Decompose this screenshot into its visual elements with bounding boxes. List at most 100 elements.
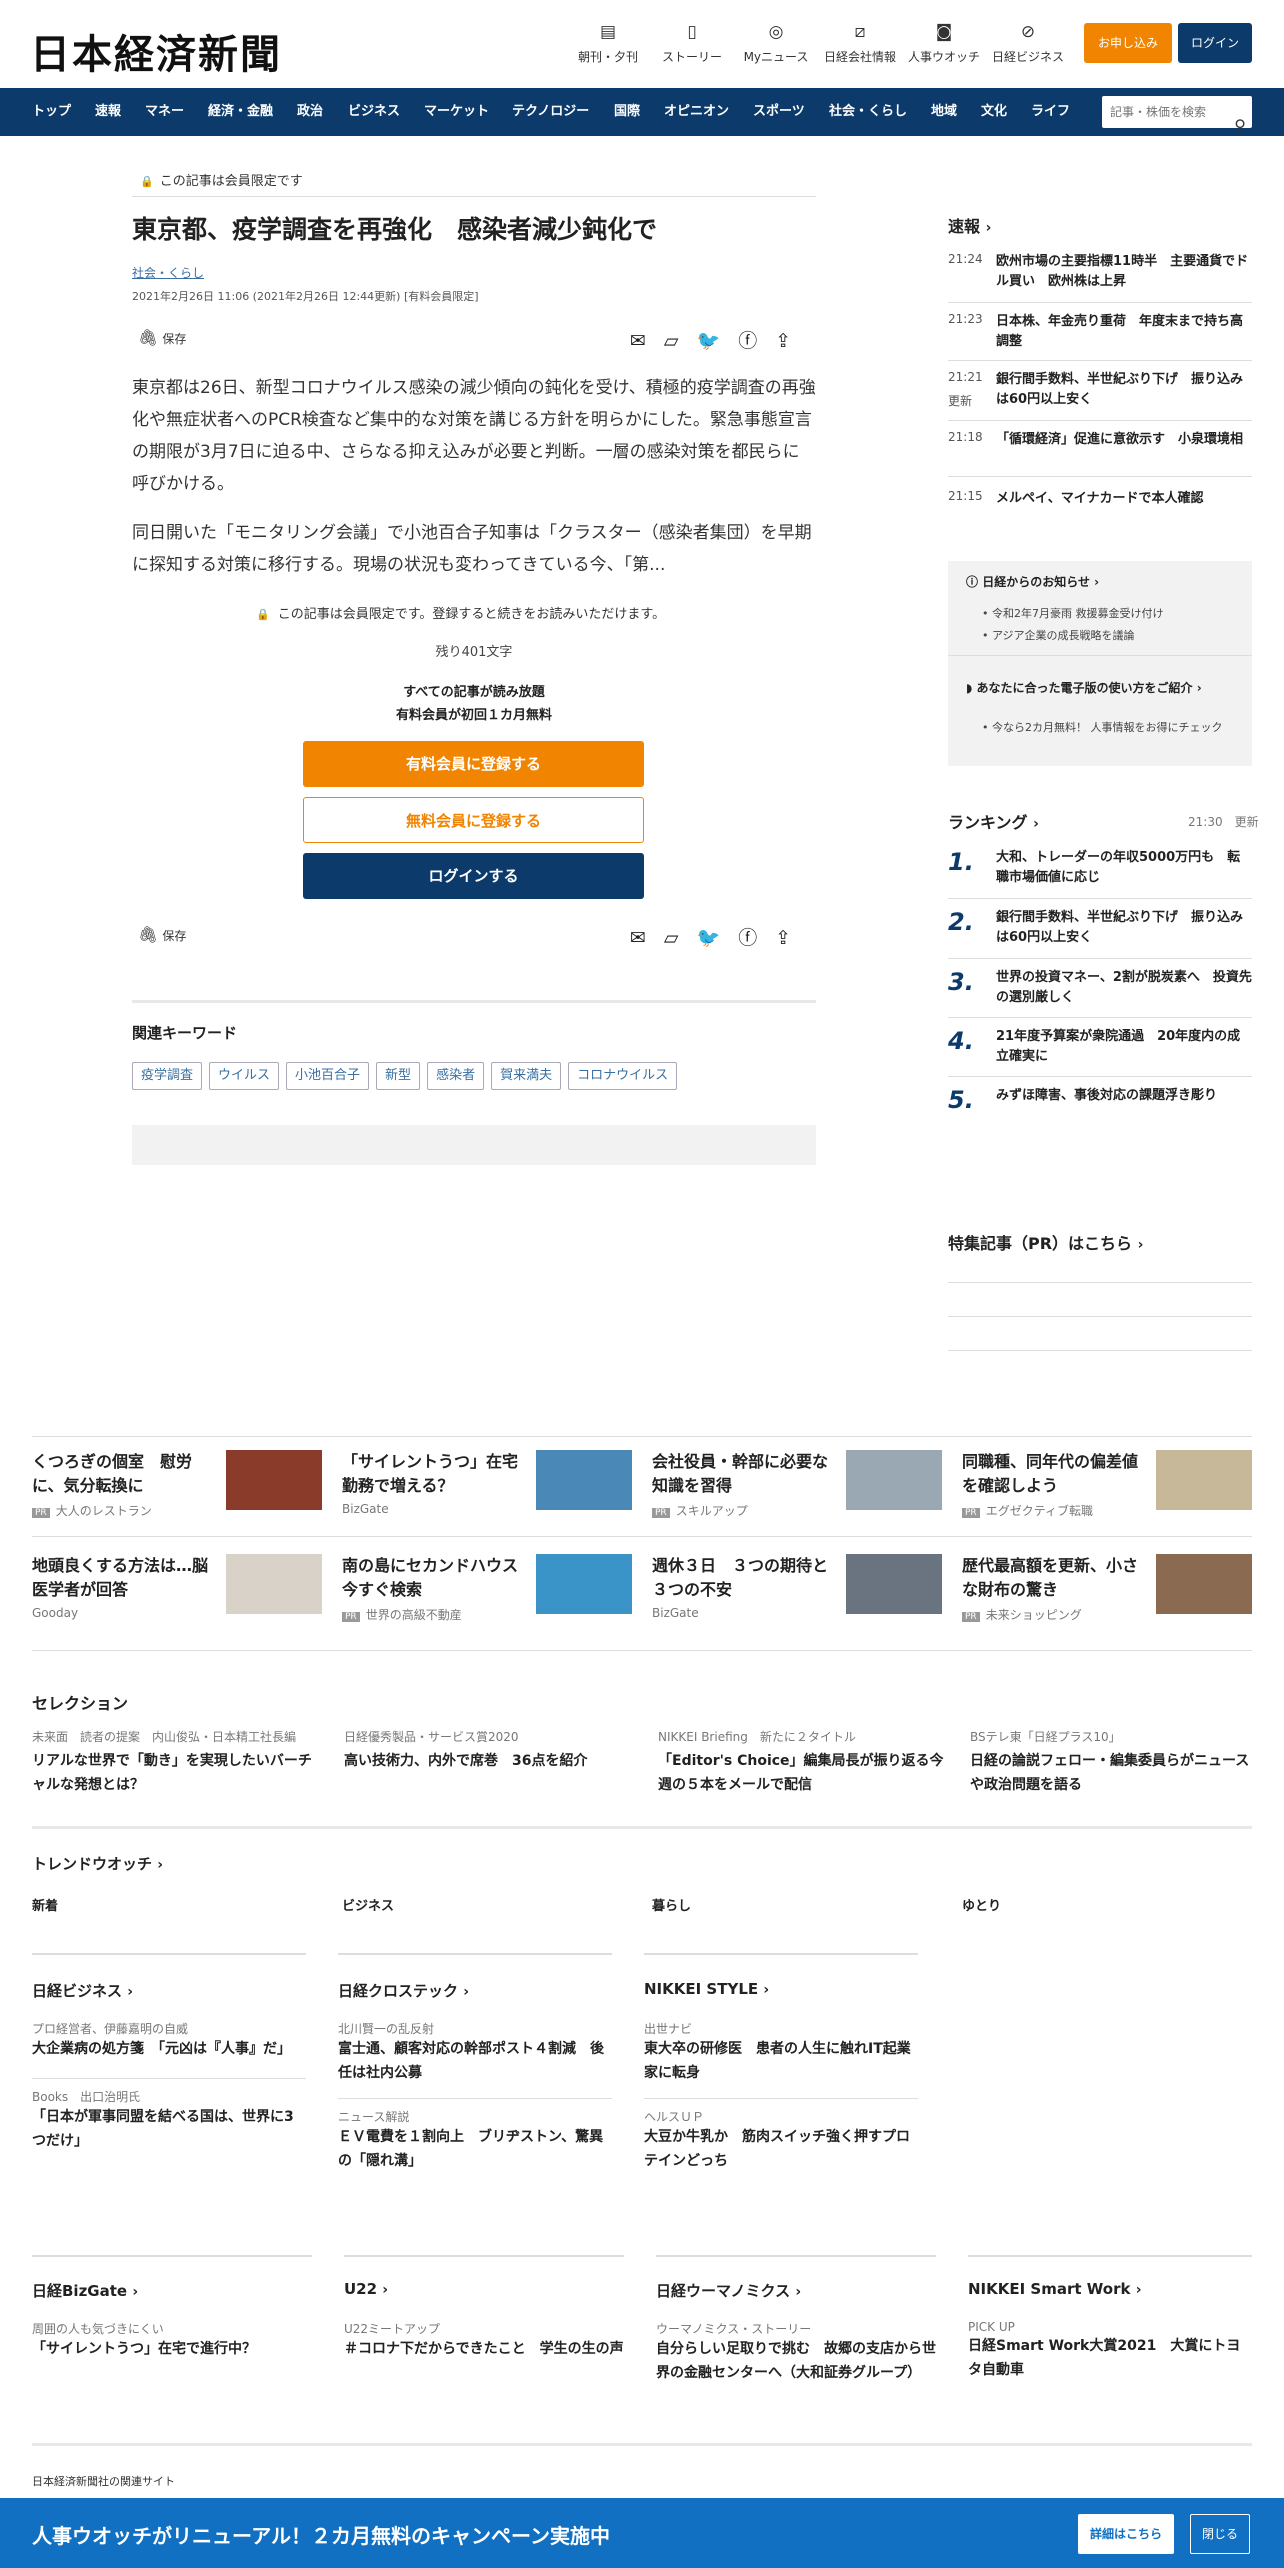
- media-item[interactable]: ヘルスＵＰ 大豆か牛乳か 筋肉スイッチ強く押すプロテインどっち: [644, 2108, 918, 2173]
- ad-headline: 「サイレントうつ」在宅勤務で増える？: [342, 1452, 519, 1495]
- nav-item-culture[interactable]: 文化: [981, 88, 1007, 136]
- header-link-company-info[interactable]: ⧄ 日経会社情報: [821, 22, 899, 65]
- facebook-icon[interactable]: ⓕ: [738, 330, 757, 352]
- ad-card[interactable]: 同職種、同年代の偏差値を確認しよう PR エグゼクティブ転職: [962, 1450, 1252, 1519]
- media-item[interactable]: 北川賢一の乱反射 富士通、顧客対応の幹部ポスト４割減 後任は社内公募: [338, 2020, 612, 2085]
- nav-item-economy[interactable]: 経済・金融: [208, 88, 273, 136]
- search-icon[interactable]: ⚲: [1234, 102, 1246, 150]
- twitter-icon[interactable]: 🐦: [697, 927, 721, 949]
- nikkei-logo[interactable]: 日本経済新聞: [30, 22, 282, 80]
- keyword-tag[interactable]: 賀来満夫: [491, 1062, 562, 1090]
- keyword-tag[interactable]: 新型: [376, 1062, 421, 1090]
- trend-watch-header[interactable]: トレンドウオッチ ›: [32, 1853, 163, 1874]
- chevron-right-icon: ›: [1196, 681, 1202, 695]
- header-link-nikkei-business[interactable]: ⊘ 日経ビジネス: [989, 22, 1067, 65]
- media-item[interactable]: プロ経営者、伊藤嘉明の自威 大企業病の処方箋 「元凶は『人事』だ」: [32, 2020, 306, 2061]
- nav-item-opinion[interactable]: オピニオン: [664, 88, 729, 136]
- keyword-tag[interactable]: ウイルス: [209, 1062, 280, 1090]
- bookmark-icon[interactable]: ▱: [664, 927, 679, 949]
- trend-tab-business[interactable]: ビジネス: [342, 1895, 394, 1914]
- nav-item-region[interactable]: 地域: [931, 88, 957, 136]
- media-header-u22[interactable]: U22 ›: [344, 2280, 388, 2298]
- ad-card[interactable]: 歴代最高額を更新、小さな財布の驚き PR 未来ショッピング: [962, 1554, 1252, 1623]
- guide-item[interactable]: • 今なら2カ月無料！ 人事情報をお得にチェック: [982, 719, 1242, 737]
- selection-item[interactable]: 未来面 読者の提案 内山俊弘・日本精工社長編 リアルな世界で「動き」を実現したいバ…: [32, 1728, 322, 1797]
- mail-icon[interactable]: ✉: [630, 927, 646, 949]
- media-header-bizgate[interactable]: 日経BizGate ›: [32, 2280, 138, 2301]
- media-item[interactable]: ニュース解説 ＥＶ電費を１割向上 ブリヂストン、驚異の「隠れ溝」: [338, 2108, 612, 2173]
- notice-item[interactable]: • 令和2年7月豪雨 救援募金受け付け: [982, 605, 1164, 621]
- media-header-xtech[interactable]: 日経クロステック ›: [338, 1980, 469, 2001]
- header-link-morning-evening[interactable]: ▤ 朝刊・夕刊: [569, 22, 647, 65]
- login-article-button[interactable]: ログインする: [303, 853, 644, 899]
- selection-item[interactable]: 日経優秀製品・サービス賞2020 高い技術力、内外で席巻 36点を紹介: [344, 1728, 634, 1773]
- twitter-icon[interactable]: 🐦: [697, 330, 721, 352]
- campaign-banner: 人事ウオッチがリニューアル！２カ月無料のキャンペーン実施中 詳細はこちら 閉じる: [0, 2498, 1284, 2568]
- mail-icon[interactable]: ✉: [630, 330, 646, 352]
- media-item[interactable]: 周囲の人も気づきにくい 「サイレントうつ」在宅で進行中？: [32, 2320, 312, 2361]
- keyword-tag[interactable]: 疫学調査: [132, 1062, 203, 1090]
- guide-header[interactable]: ◗ あなたに合った電子版の使い方をご紹介 ›: [966, 679, 1202, 696]
- apply-button[interactable]: お申し込み: [1084, 23, 1172, 63]
- header-link-personnel-watch[interactable]: ◙ 人事ウオッチ: [905, 22, 983, 65]
- keyword-tag[interactable]: コロナウイルス: [568, 1062, 678, 1090]
- ad-card[interactable]: 地頭良くする方法は…脳医学者が回答 Gooday: [32, 1554, 322, 1620]
- media-headline: 自分らしい足取りで挑む 故郷の支店から世界の金融センターへ（大和証券グループ）: [656, 2341, 936, 2381]
- media-item[interactable]: Books 出口治明氏 「日本が軍事同盟を結べる国は、世界に3つだけ」: [32, 2088, 306, 2153]
- media-item[interactable]: U22ミートアップ ＃コロナ下だからできたこと 学生の生の声: [344, 2320, 634, 2361]
- ranking-header[interactable]: ランキング ›: [948, 809, 1039, 833]
- keyword-tag[interactable]: 小池百合子: [286, 1062, 370, 1090]
- media-header-smart-work[interactable]: NIKKEI Smart Work ›: [968, 2280, 1141, 2298]
- selection-item[interactable]: NIKKEI Briefing 新たに２タイトル 「Editor's Choice…: [658, 1728, 948, 1797]
- nav-item-breaking[interactable]: 速報: [95, 88, 121, 136]
- ad-card[interactable]: 会社役員・幹部に必要な知識を習得 PR スキルアップ: [652, 1450, 942, 1519]
- login-button[interactable]: ログイン: [1178, 23, 1252, 63]
- search-input[interactable]: [1102, 96, 1220, 128]
- media-item[interactable]: 出世ナビ 東大卒の研修医 患者の人生に触れIT起業家に転身: [644, 2020, 918, 2085]
- ranking-headline: 大和、トレーダーの年収5000万円も 転職市場価値に応じ: [996, 850, 1241, 885]
- paid-register-button[interactable]: 有料会員に登録する: [303, 741, 644, 787]
- trend-tab-new[interactable]: 新着: [32, 1895, 58, 1914]
- bookmark-icon[interactable]: ▱: [664, 330, 679, 352]
- campaign-details-button[interactable]: 詳細はこちら: [1078, 2514, 1174, 2554]
- media-header-nikkei-style[interactable]: NIKKEI STYLE ›: [644, 1980, 769, 1998]
- campaign-close-button[interactable]: 閉じる: [1190, 2514, 1250, 2554]
- media-item[interactable]: PICK UP 日経Smart Work大賞2021 大賞にトヨタ自動車: [968, 2320, 1252, 2382]
- nav-item-money[interactable]: マネー: [145, 88, 184, 136]
- ad-card[interactable]: 「サイレントうつ」在宅勤務で増える？ BizGate: [342, 1450, 632, 1516]
- ad-card[interactable]: 週休３日 ３つの期待と３つの不安 BizGate: [652, 1554, 942, 1620]
- nav-item-life[interactable]: ライフ: [1031, 88, 1070, 136]
- special-pr-header[interactable]: 特集記事（PR）はこちら ›: [948, 1230, 1143, 1254]
- nav-item-market[interactable]: マーケット: [424, 88, 489, 136]
- ranking-title: ランキング: [948, 813, 1028, 832]
- keyword-tag[interactable]: 感染者: [427, 1062, 485, 1090]
- breaking-news-header[interactable]: 速報 ›: [948, 213, 991, 237]
- nav-item-business[interactable]: ビジネス: [348, 88, 400, 136]
- share-icon[interactable]: ⇪: [775, 330, 791, 352]
- media-item[interactable]: ウーマノミクス・ストーリー 自分らしい足取りで挑む 故郷の支店から世界の金融センタ…: [656, 2320, 946, 2385]
- nav-item-society[interactable]: 社会・くらし: [829, 88, 907, 136]
- trend-tab-leisure[interactable]: ゆとり: [962, 1895, 1001, 1914]
- notice-header[interactable]: ⓘ 日経からのお知らせ ›: [966, 573, 1099, 590]
- facebook-icon[interactable]: ⓕ: [738, 927, 757, 949]
- header-link-story[interactable]: ▯ ストーリー: [653, 22, 731, 65]
- nav-item-technology[interactable]: テクノロジー: [512, 88, 589, 136]
- nav-item-sports[interactable]: スポーツ: [753, 88, 805, 136]
- share-icon[interactable]: ⇪: [775, 927, 791, 949]
- selection-item[interactable]: BSテレ東「日経プラス10」 日経の論説フェロー・編集委員らがニュースや政治問題を…: [970, 1728, 1254, 1797]
- free-register-button[interactable]: 無料会員に登録する: [303, 797, 644, 843]
- header-link-my-news[interactable]: ◎ Myニュース: [737, 22, 815, 65]
- media-headline: 「サイレントうつ」在宅で進行中？: [32, 2341, 256, 2357]
- nav-item-top[interactable]: トップ: [32, 88, 71, 136]
- media-header-nikkei-business[interactable]: 日経ビジネス ›: [32, 1980, 133, 2001]
- ad-card[interactable]: くつろぎの個室 慰労に、気分転換に PR 大人のレストラン: [32, 1450, 322, 1519]
- trend-tab-living[interactable]: 暮らし: [652, 1895, 691, 1914]
- ad-card[interactable]: 南の島にセカンドハウス 今すぐ検索 PR 世界の高級不動産: [342, 1554, 632, 1623]
- article-category-link[interactable]: 社会・くらし: [132, 264, 204, 281]
- save-button[interactable]: 🖇 保存: [138, 328, 186, 347]
- nav-item-politics[interactable]: 政治: [297, 88, 323, 136]
- media-header-womanomics[interactable]: 日経ウーマノミクス ›: [656, 2280, 801, 2301]
- notice-item[interactable]: • アジア企業の成長戦略を議論: [982, 627, 1135, 643]
- save-button-bottom[interactable]: 🖇 保存: [138, 925, 186, 944]
- nav-item-international[interactable]: 国際: [614, 88, 640, 136]
